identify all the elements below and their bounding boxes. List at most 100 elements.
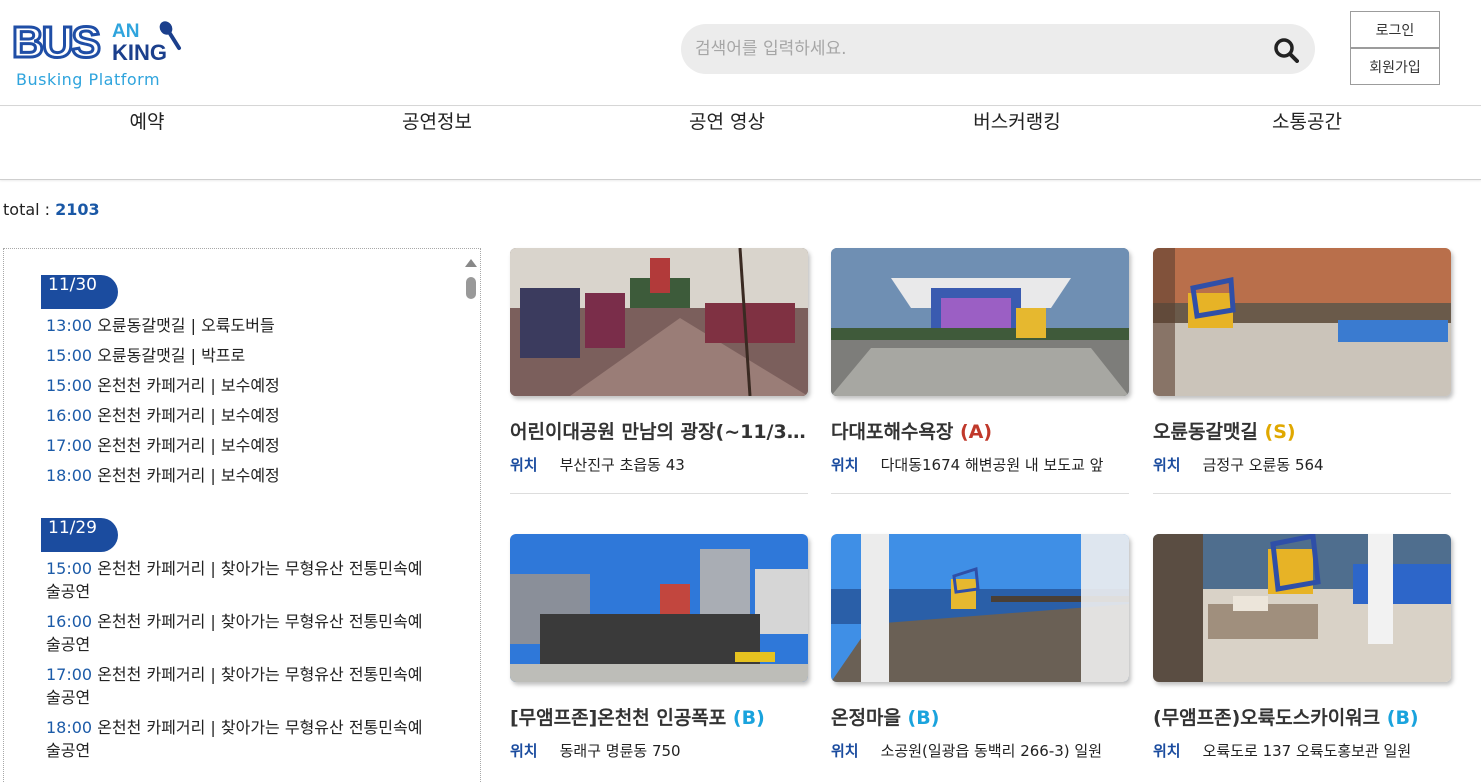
venue-name: 다대포해수욕장 — [831, 421, 960, 443]
venue-location: 위치 금정구 오륜동 564 — [1153, 454, 1451, 475]
schedule-entry[interactable]: 15:00 온천천 카페거리 | 찾아가는 무형유산 전통민속예술공연 — [41, 557, 431, 603]
search-icon[interactable] — [1273, 37, 1299, 67]
venue-name: [무앰프존]온천천 인공폭포 — [510, 707, 733, 729]
venue-grade: S — [1273, 421, 1287, 443]
schedule-text: 온천천 카페거리 | 보수예정 — [92, 436, 280, 455]
venue-card[interactable]: 온정마을 (B) 위치 소공원(일광읍 동백리 266-3) 일원 — [831, 534, 1129, 761]
schedule-text: 온천천 카페거리 | 찾아가는 무형유산 전통민속예술공연 — [46, 718, 423, 760]
logo-bus-text: BUS — [11, 17, 103, 69]
schedule-text: 온천천 카페거리 | 보수예정 — [92, 376, 280, 395]
location-value: 다대동1674 해변공원 내 보도교 앞 — [880, 456, 1104, 474]
schedule-day: 11/29 15:00 온천천 카페거리 | 찾아가는 무형유산 전통민속예술공… — [41, 518, 431, 762]
schedule-text: 온천천 카페거리 | 찾아가는 무형유산 전통민속예술공연 — [46, 612, 423, 654]
schedule-date-badge: 11/30 — [41, 275, 118, 309]
venue-photo[interactable] — [510, 534, 808, 682]
nav-item-performance-video[interactable]: 공연 영상 — [627, 107, 827, 180]
signup-button[interactable]: 회원가입 — [1350, 48, 1440, 85]
schedule-time: 13:00 — [46, 316, 93, 335]
schedule-text: 온천천 카페거리 | 보수예정 — [92, 406, 280, 425]
card-divider — [510, 493, 808, 494]
nav-item-reservation[interactable]: 예약 — [47, 107, 247, 180]
venue-photo[interactable] — [831, 534, 1129, 682]
venue-photo[interactable] — [1153, 534, 1451, 682]
venue-grade: B — [741, 707, 757, 729]
venue-location: 위치 소공원(일광읍 동백리 266-3) 일원 — [831, 740, 1129, 761]
venue-card[interactable]: [무앰프존]온천천 인공폭포 (B) 위치 동래구 명륜동 750 — [510, 534, 808, 761]
location-value: 금정구 오륜동 564 — [1202, 456, 1324, 474]
venue-name: 어린이대공원 만남의 광장(~11/30) — [510, 421, 808, 443]
schedule-text: 오륜동갈맷길 | 박프로 — [92, 346, 246, 365]
schedule-time: 17:00 — [46, 665, 93, 684]
schedule-entry[interactable]: 15:00 오륜동갈맷길 | 박프로 — [41, 344, 431, 367]
schedule-time: 15:00 — [46, 346, 93, 365]
venue-title[interactable]: 오륜동갈맷길 (S) — [1153, 418, 1451, 446]
venue-card[interactable]: (무앰프존)오륙도스카이워크 (B) 위치 오륙도로 137 오륙도홍보관 일원 — [1153, 534, 1451, 761]
venue-location: 위치 부산진구 초읍동 43 — [510, 454, 808, 475]
schedule-text: 온천천 카페거리 | 찾아가는 무형유산 전통민속예술공연 — [46, 559, 423, 601]
nav-item-community[interactable]: 소통공간 — [1207, 107, 1407, 180]
main-nav: 예약 공연정보 공연 영상 버스커랭킹 소통공간 — [0, 107, 1481, 180]
venue-title[interactable]: [무앰프존]온천천 인공폭포 (B) — [510, 704, 808, 732]
schedule-entry[interactable]: 16:00 온천천 카페거리 | 찾아가는 무형유산 전통민속예술공연 — [41, 610, 431, 656]
location-label: 위치 — [831, 742, 859, 760]
location-label: 위치 — [831, 456, 859, 474]
schedule-date-badge: 11/29 — [41, 518, 118, 552]
venue-card[interactable]: 어린이대공원 만남의 광장(~11/30) 위치 부산진구 초읍동 43 — [510, 248, 808, 494]
venue-name: 온정마을 — [831, 707, 908, 729]
schedule-panel[interactable]: 11/30 13:00 오륜동갈맷길 | 오륙도버들 15:00 오륜동갈맷길 … — [3, 248, 481, 782]
location-value: 동래구 명륜동 750 — [559, 742, 681, 760]
venue-grade: B — [1395, 707, 1410, 729]
schedule-entry[interactable]: 15:00 온천천 카페거리 | 보수예정 — [41, 374, 431, 397]
total-value: 2103 — [55, 200, 100, 219]
venue-title[interactable]: 다대포해수욕장 (A) — [831, 418, 1129, 446]
venue-photo[interactable] — [510, 248, 808, 396]
schedule-entry[interactable]: 16:00 온천천 카페거리 | 보수예정 — [41, 404, 431, 427]
location-label: 위치 — [1153, 456, 1181, 474]
search-bar — [681, 24, 1315, 74]
total-count: total : 2103 — [3, 200, 100, 219]
schedule-entry[interactable]: 13:00 오륜동갈맷길 | 오륙도버들 — [41, 314, 431, 337]
busanking-logo[interactable]: BUS AN KING Busking Platform — [11, 17, 187, 92]
venue-name: (무앰프존)오륙도스카이워크 — [1153, 707, 1387, 729]
schedule-time: 18:00 — [46, 718, 93, 737]
venue-card[interactable]: 오륜동갈맷길 (S) 위치 금정구 오륜동 564 — [1153, 248, 1451, 494]
venue-grade: B — [916, 707, 931, 729]
scrollbar-thumb[interactable] — [466, 277, 476, 299]
venue-location: 위치 다대동1674 해변공원 내 보도교 앞 — [831, 454, 1129, 475]
schedule-text: 온천천 카페거리 | 보수예정 — [92, 466, 280, 485]
location-label: 위치 — [510, 456, 538, 474]
venue-title[interactable]: 어린이대공원 만남의 광장(~11/30) — [510, 418, 808, 446]
venue-location: 위치 오륙도로 137 오륙도홍보관 일원 — [1153, 740, 1451, 761]
login-button[interactable]: 로그인 — [1350, 11, 1440, 48]
card-divider — [1153, 493, 1451, 494]
header: BUS AN KING Busking Platform 로그인 회원가입 — [0, 0, 1481, 106]
schedule-time: 16:00 — [46, 406, 93, 425]
venue-photo[interactable] — [831, 248, 1129, 396]
schedule-time: 15:00 — [46, 376, 93, 395]
schedule-time: 15:00 — [46, 559, 93, 578]
location-value: 오륙도로 137 오륙도홍보관 일원 — [1202, 742, 1412, 760]
schedule-day: 11/30 13:00 오륜동갈맷길 | 오륙도버들 15:00 오륜동갈맷길 … — [41, 275, 431, 487]
logo-an-text: AN — [112, 21, 140, 42]
location-label: 위치 — [1153, 742, 1181, 760]
schedule-entry[interactable]: 18:00 온천천 카페거리 | 보수예정 — [41, 464, 431, 487]
schedule-time: 18:00 — [46, 466, 93, 485]
venue-title[interactable]: (무앰프존)오륙도스카이워크 (B) — [1153, 704, 1451, 732]
venue-location: 위치 동래구 명륜동 750 — [510, 740, 808, 761]
schedule-entry[interactable]: 18:00 온천천 카페거리 | 찾아가는 무형유산 전통민속예술공연 — [41, 716, 431, 762]
venue-name: 오륜동갈맷길 — [1153, 421, 1265, 443]
location-value: 소공원(일광읍 동백리 266-3) 일원 — [880, 742, 1103, 760]
venue-card[interactable]: 다대포해수욕장 (A) 위치 다대동1674 해변공원 내 보도교 앞 — [831, 248, 1129, 494]
total-label: total : — [3, 200, 56, 219]
search-input[interactable] — [695, 24, 1275, 74]
nav-item-performance-info[interactable]: 공연정보 — [337, 107, 537, 180]
card-divider — [831, 493, 1129, 494]
schedule-time: 17:00 — [46, 436, 93, 455]
nav-item-busker-ranking[interactable]: 버스커랭킹 — [917, 107, 1117, 180]
schedule-entry[interactable]: 17:00 온천천 카페거리 | 찾아가는 무형유산 전통민속예술공연 — [41, 663, 431, 709]
scroll-up-arrow[interactable] — [465, 259, 477, 267]
venue-title[interactable]: 온정마을 (B) — [831, 704, 1129, 732]
venue-photo[interactable] — [1153, 248, 1451, 396]
schedule-entry[interactable]: 17:00 온천천 카페거리 | 보수예정 — [41, 434, 431, 457]
schedule-text: 온천천 카페거리 | 찾아가는 무형유산 전통민속예술공연 — [46, 665, 423, 707]
